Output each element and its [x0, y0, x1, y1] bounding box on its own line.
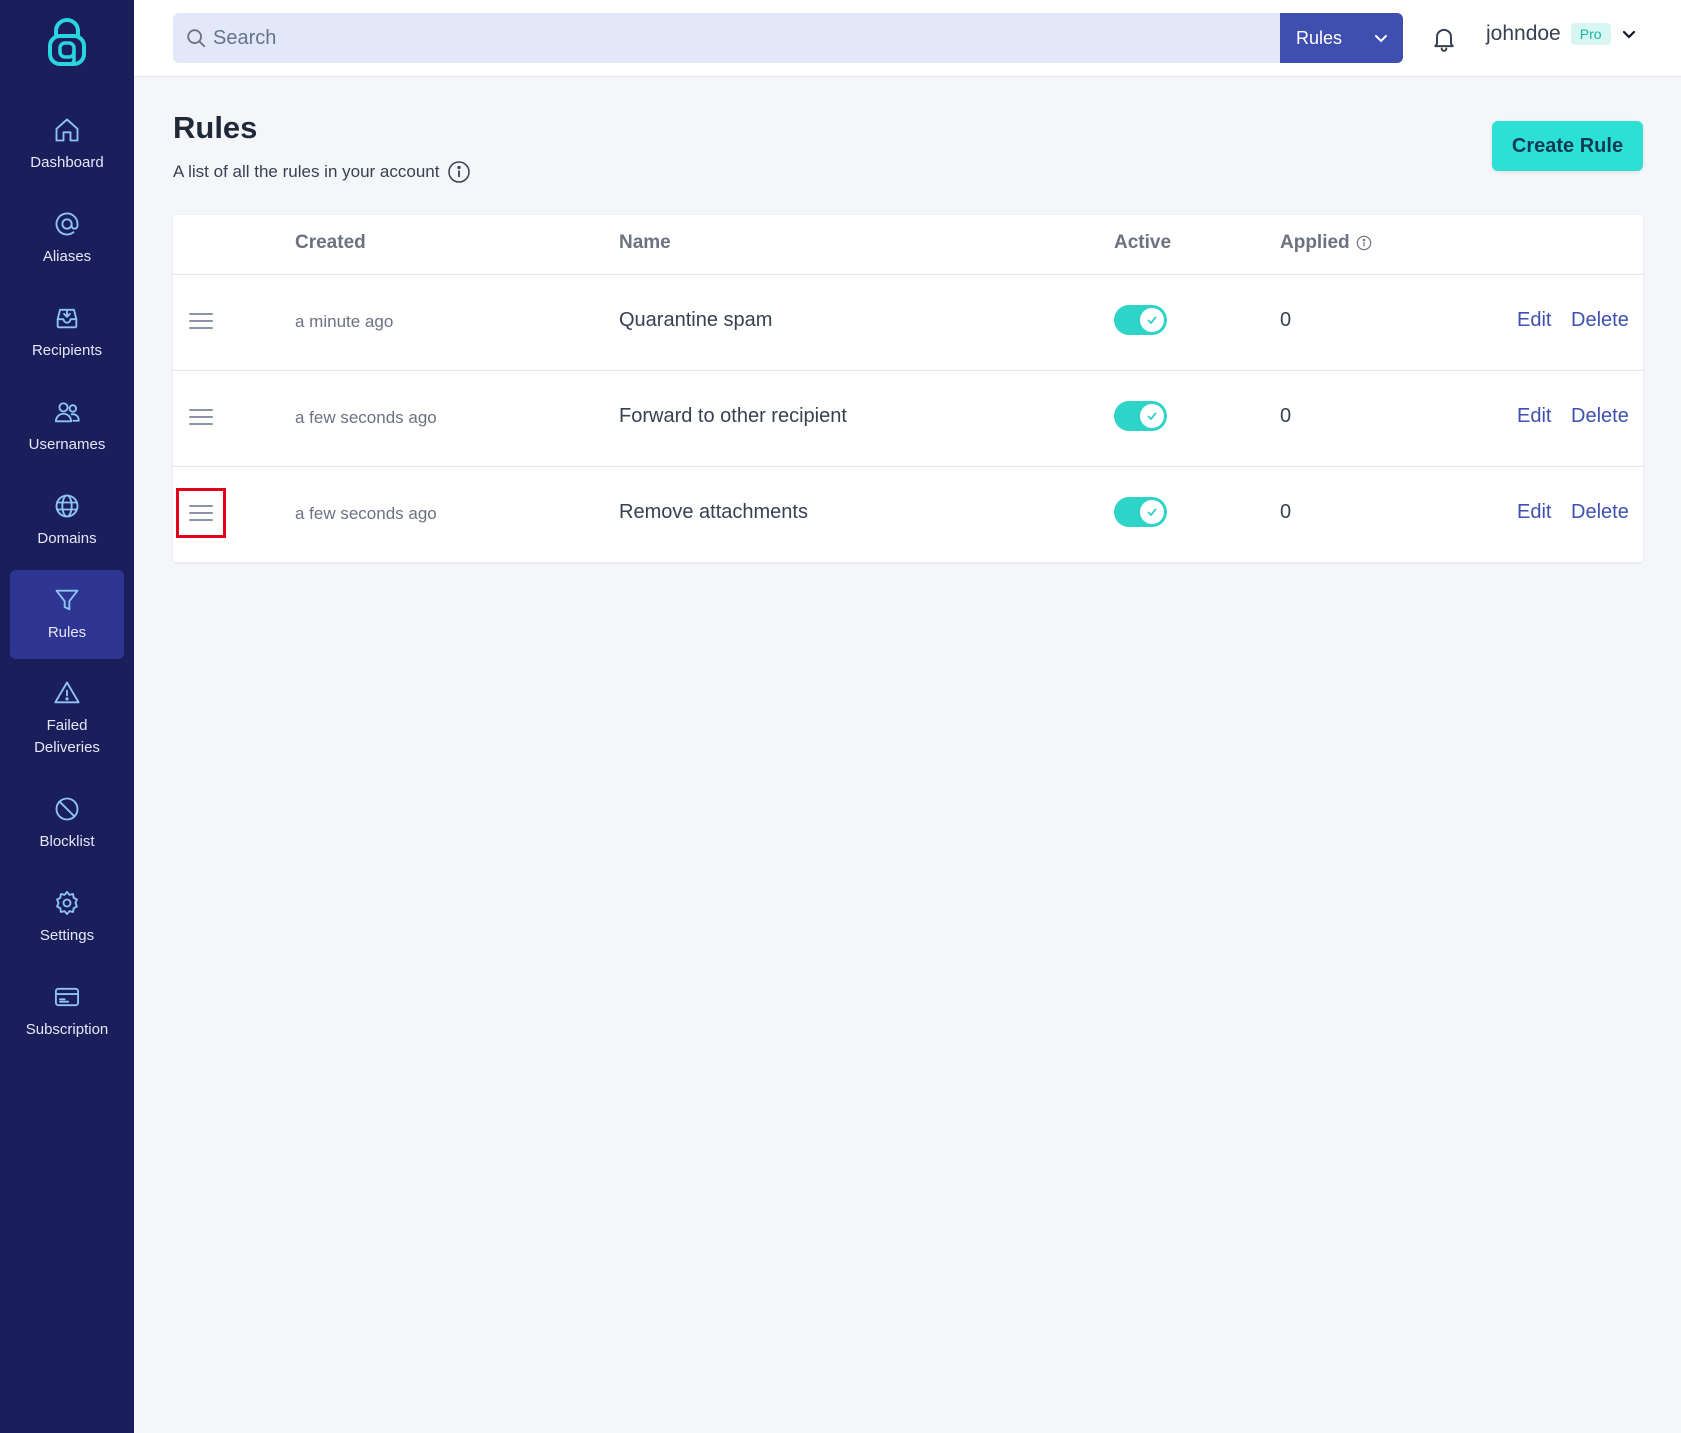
edit-button[interactable]: Edit — [1517, 501, 1551, 524]
sidebar-item-label: Usernames — [28, 435, 106, 453]
toggle-knob — [1140, 308, 1164, 332]
chevron-down-icon — [1373, 30, 1389, 46]
sidebar-item-label: Settings — [39, 926, 95, 944]
search-scope-dropdown[interactable]: Rules — [1280, 13, 1403, 63]
top-bar: Rules johndoe Pro — [134, 0, 1681, 77]
users-icon — [53, 398, 81, 426]
user-menu[interactable]: johndoe Pro — [1486, 22, 1637, 46]
search-bar — [173, 13, 1282, 63]
cell-created: a few seconds ago — [295, 504, 437, 523]
delete-button[interactable]: Delete — [1571, 405, 1629, 428]
sidebar-nav: Dashboard Aliases Recipients Usernames D… — [0, 100, 134, 1061]
at-icon — [53, 210, 81, 238]
column-header-applied[interactable]: Applied — [1280, 232, 1372, 254]
cell-created: a minute ago — [295, 312, 394, 331]
active-toggle[interactable] — [1114, 401, 1167, 431]
filter-icon — [53, 586, 81, 614]
drag-handle-icon[interactable] — [187, 403, 215, 431]
drag-handle-icon[interactable] — [187, 307, 215, 335]
table-row: a few seconds ago Remove attachments 0 E… — [173, 467, 1643, 563]
cell-name: Quarantine spam — [619, 309, 773, 331]
active-toggle[interactable] — [1114, 497, 1167, 527]
column-header-created[interactable]: Created — [295, 232, 366, 254]
column-header-name[interactable]: Name — [619, 232, 671, 254]
home-icon — [53, 116, 81, 144]
table-header: Created Name Active Applied — [173, 215, 1643, 275]
info-icon[interactable] — [447, 160, 471, 184]
sidebar-item-label: Recipients — [31, 341, 103, 359]
cell-created: a few seconds ago — [295, 408, 437, 427]
cell-applied: 0 — [1280, 501, 1292, 523]
search-scope-label: Rules — [1296, 27, 1343, 48]
active-toggle[interactable] — [1114, 305, 1167, 335]
sidebar-item-label: Domains — [37, 529, 97, 547]
column-header-applied-label: Applied — [1280, 232, 1350, 253]
info-icon[interactable] — [1356, 235, 1372, 251]
sidebar-item-label: Subscription — [25, 1020, 109, 1038]
sidebar-item-rules[interactable]: Rules — [10, 570, 124, 659]
sidebar-item-failed-deliveries[interactable]: Failed Deliveries — [10, 664, 124, 774]
sidebar-item-settings[interactable]: Settings — [10, 873, 124, 962]
inbox-icon — [53, 304, 81, 332]
page-title: Rules — [173, 110, 258, 145]
rules-table: Created Name Active Applied a minute ago… — [173, 215, 1643, 562]
warning-icon — [53, 679, 81, 707]
sidebar-item-subscription[interactable]: Subscription — [10, 967, 124, 1056]
cell-name: Remove attachments — [619, 501, 808, 523]
gear-icon — [53, 889, 81, 917]
sidebar-item-label: Dashboard — [30, 153, 104, 171]
edit-button[interactable]: Edit — [1517, 309, 1551, 332]
app-logo[interactable] — [44, 18, 90, 68]
globe-icon — [53, 492, 81, 520]
delete-button[interactable]: Delete — [1571, 309, 1629, 332]
create-rule-button[interactable]: Create Rule — [1492, 121, 1643, 171]
username: johndoe — [1486, 22, 1561, 45]
sidebar-item-recipients[interactable]: Recipients — [10, 288, 124, 377]
toggle-knob — [1140, 404, 1164, 428]
search-icon — [185, 27, 207, 49]
sidebar-item-label: Aliases — [42, 247, 92, 265]
chevron-down-icon — [1621, 26, 1637, 42]
sidebar-item-label: Rules — [47, 623, 87, 641]
cell-applied: 0 — [1280, 405, 1292, 427]
edit-button[interactable]: Edit — [1517, 405, 1551, 428]
table-row: a few seconds ago Forward to other recip… — [173, 371, 1643, 467]
sidebar-item-dashboard[interactable]: Dashboard — [10, 100, 124, 189]
page-subtitle-text: A list of all the rules in your account — [173, 162, 440, 181]
search-input[interactable] — [213, 13, 1273, 63]
page-subtitle: A list of all the rules in your account — [173, 160, 471, 184]
ban-icon — [53, 795, 81, 823]
sidebar-item-label: Failed Deliveries — [34, 717, 100, 756]
drag-handle-icon[interactable] — [176, 488, 226, 538]
sidebar-item-domains[interactable]: Domains — [10, 476, 124, 565]
toggle-knob — [1140, 500, 1164, 524]
column-header-active[interactable]: Active — [1114, 232, 1171, 254]
plan-badge: Pro — [1570, 23, 1611, 45]
sidebar-item-label: Blocklist — [39, 832, 95, 850]
cell-name: Forward to other recipient — [619, 405, 847, 427]
credit-card-icon — [53, 983, 81, 1011]
sidebar-item-aliases[interactable]: Aliases — [10, 194, 124, 283]
delete-button[interactable]: Delete — [1571, 501, 1629, 524]
sidebar-item-usernames[interactable]: Usernames — [10, 382, 124, 471]
sidebar-item-blocklist[interactable]: Blocklist — [10, 779, 124, 868]
sidebar: Dashboard Aliases Recipients Usernames D… — [0, 0, 134, 1433]
notifications-bell-icon[interactable] — [1430, 24, 1458, 52]
table-row: a minute ago Quarantine spam 0 Edit Dele… — [173, 275, 1643, 371]
cell-applied: 0 — [1280, 309, 1292, 331]
